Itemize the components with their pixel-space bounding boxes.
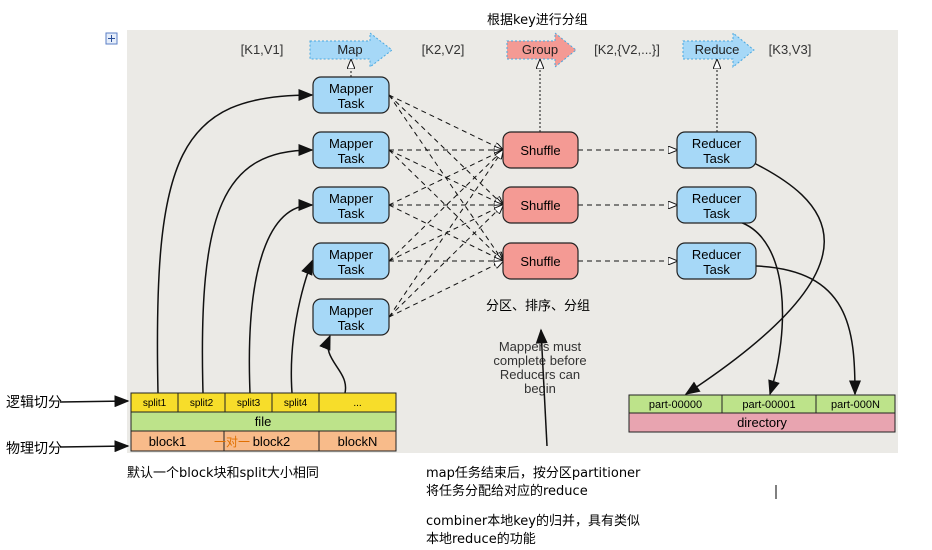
block-cell: block1 — [130, 430, 225, 452]
split-cell: split1 — [130, 392, 179, 413]
split-cell: split2 — [177, 392, 226, 413]
mapper-task: MapperTask — [312, 242, 390, 280]
reducer-task: ReducerTask — [676, 131, 757, 169]
reducer-task: ReducerTask — [676, 242, 757, 280]
svg-text:Task: Task — [703, 151, 730, 166]
reducer-task: ReducerTask — [676, 186, 757, 224]
mapper-task: MapperTask — [312, 76, 390, 114]
shuffle-node: Shuffle — [502, 131, 579, 169]
svg-text:part-000N: part-000N — [831, 399, 880, 411]
svg-text:part-00001: part-00001 — [742, 399, 795, 411]
svg-text:Mapper: Mapper — [329, 247, 374, 262]
svg-text:Task: Task — [338, 206, 365, 221]
k2list-label: [K2,{V2,...}] — [594, 42, 660, 57]
k2v2-label: [K2,V2] — [422, 42, 465, 57]
part-file: part-000N — [815, 394, 896, 414]
block-note: 默认一个block块和split大小相同 — [127, 466, 319, 481]
svg-text:file: file — [255, 414, 272, 429]
svg-text:Mapper: Mapper — [329, 81, 374, 96]
svg-text:Task: Task — [338, 96, 365, 111]
svg-text:split2: split2 — [190, 398, 214, 409]
shuffle-note: 分区、排序、分组 — [486, 299, 590, 314]
svg-text:block1: block1 — [149, 434, 187, 449]
svg-text:Task: Task — [338, 262, 365, 277]
svg-text:directory: directory — [737, 415, 787, 430]
svg-text:split3: split3 — [237, 398, 261, 409]
mapper-task: MapperTask — [312, 131, 390, 169]
combiner-note-line1: combiner本地key的归并，具有类似 — [426, 514, 640, 529]
part-file: part-00000 — [628, 394, 723, 414]
svg-text:Shuffle: Shuffle — [520, 143, 560, 158]
partition-note-line1: map任务结束后，按分区partitioner — [426, 466, 641, 481]
svg-text:split4: split4 — [284, 398, 308, 409]
move-handle-icon[interactable] — [105, 32, 118, 45]
diagram-panel — [127, 30, 898, 453]
svg-text:split1: split1 — [143, 398, 167, 409]
svg-text:Task: Task — [703, 262, 730, 277]
physical-split-label: 物理切分 — [6, 441, 62, 457]
svg-text:Shuffle: Shuffle — [520, 254, 560, 269]
svg-text:Reducers can: Reducers can — [500, 367, 580, 382]
block-cell: blockN — [318, 430, 397, 452]
k1v1-label: [K1,V1] — [241, 42, 284, 57]
svg-text:Group: Group — [522, 42, 558, 57]
directory-bar: directory — [628, 412, 896, 433]
svg-text:Mappers must: Mappers must — [499, 339, 582, 354]
mapper-task: MapperTask — [312, 298, 390, 336]
part-file: part-00001 — [721, 394, 817, 414]
combiner-note-line2: 本地reduce的功能 — [426, 532, 536, 547]
svg-text:part-00000: part-00000 — [649, 399, 702, 411]
svg-text:Mapper: Mapper — [329, 303, 374, 318]
split-cell: ... — [318, 392, 397, 413]
shuffle-node: Shuffle — [502, 186, 579, 224]
svg-text:Task: Task — [338, 151, 365, 166]
svg-text:Map: Map — [337, 42, 362, 57]
k3v3-label: [K3,V3] — [769, 42, 812, 57]
svg-text:complete before: complete before — [493, 353, 586, 368]
svg-text:Reducer: Reducer — [692, 191, 742, 206]
shuffle-node: Shuffle — [502, 242, 579, 280]
one-to-one-label: 一对一 — [214, 435, 250, 449]
svg-text:Reducer: Reducer — [692, 136, 742, 151]
logical-split-label: 逻辑切分 — [6, 395, 62, 411]
svg-text:block2: block2 — [253, 434, 291, 449]
svg-text:...: ... — [353, 398, 361, 409]
svg-text:Mapper: Mapper — [329, 191, 374, 206]
svg-text:Task: Task — [338, 318, 365, 333]
svg-text:Reducer: Reducer — [692, 247, 742, 262]
file-bar: file — [130, 411, 397, 432]
svg-text:Shuffle: Shuffle — [520, 198, 560, 213]
svg-text:Mapper: Mapper — [329, 136, 374, 151]
svg-text:Task: Task — [703, 206, 730, 221]
svg-text:Reduce: Reduce — [695, 42, 740, 57]
svg-text:begin: begin — [524, 381, 556, 396]
partition-note-line2: 将任务分配给对应的reduce — [426, 484, 588, 499]
svg-text:blockN: blockN — [338, 434, 378, 449]
split-cell: split4 — [271, 392, 320, 413]
mapper-task: MapperTask — [312, 186, 390, 224]
split-cell: split3 — [224, 392, 273, 413]
top-note: 根据key进行分组 — [487, 13, 588, 28]
